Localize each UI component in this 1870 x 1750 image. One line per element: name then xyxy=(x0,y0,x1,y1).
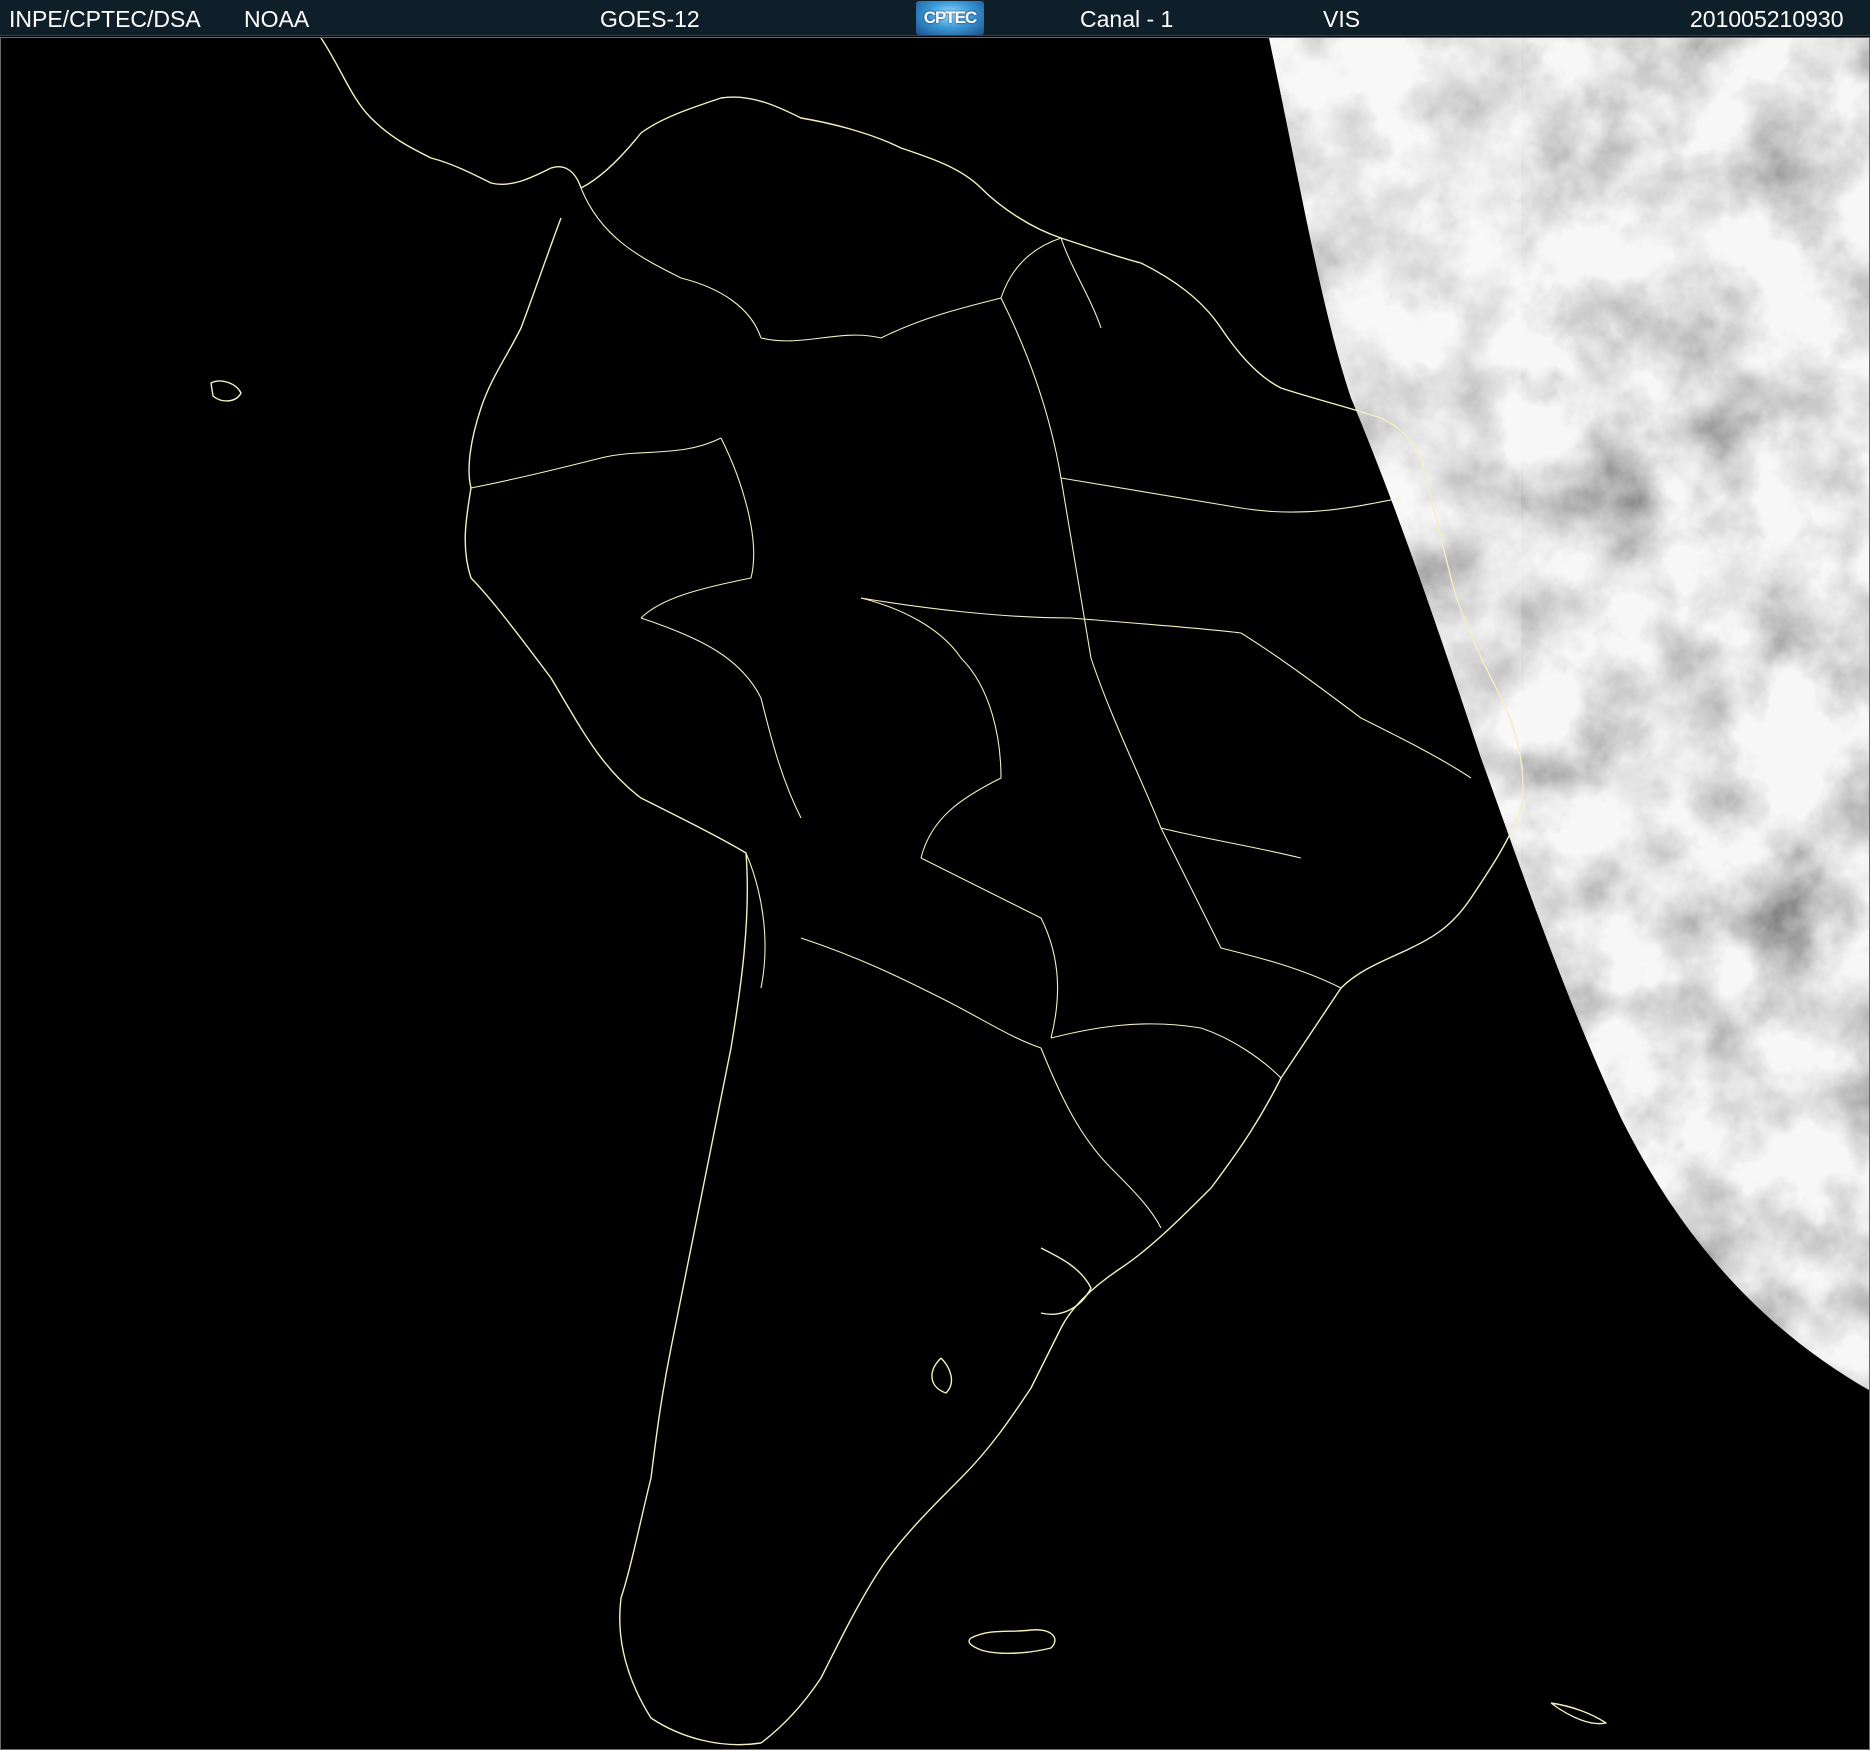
timestamp-label: 201005210930 xyxy=(1690,6,1844,32)
logo-text: CPTEC xyxy=(923,8,978,27)
band-label: VIS xyxy=(1323,6,1361,32)
satellite-image xyxy=(1,38,1869,1749)
satellite-label: GOES-12 xyxy=(600,6,700,32)
agency-label: INPE/CPTEC/DSA xyxy=(9,6,201,32)
satellite-image-frame xyxy=(0,37,1870,1750)
cptec-logo-icon: CPTEC xyxy=(916,1,984,35)
source-label: NOAA xyxy=(244,6,310,32)
channel-label: Canal - 1 xyxy=(1080,6,1174,32)
header-bar: INPE/CPTEC/DSA NOAA GOES-12 CPTEC Canal … xyxy=(0,0,1870,36)
